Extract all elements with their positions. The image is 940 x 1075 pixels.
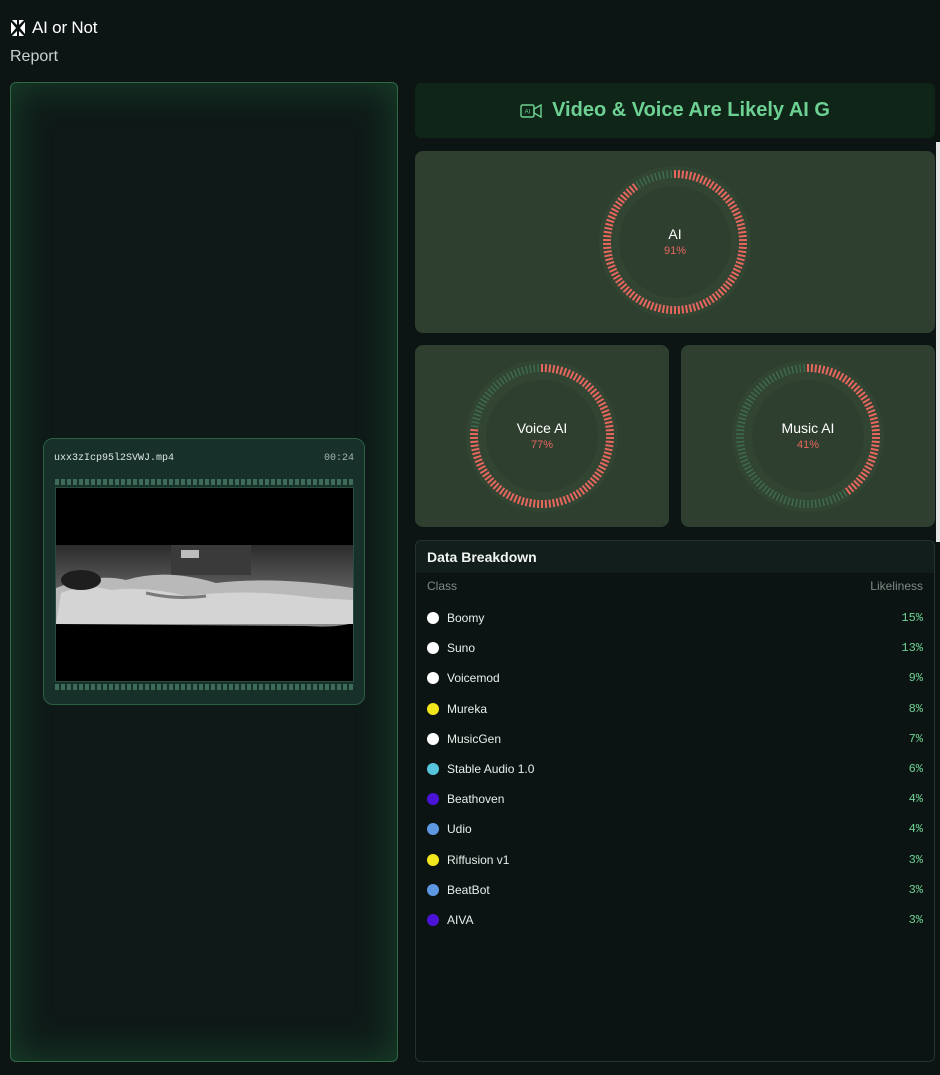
class-color-dot (427, 853, 439, 866)
music-ai-gauge-value: 41% (796, 439, 820, 451)
ai-gauge-tick-filled (661, 304, 666, 314)
class-color-dot (427, 642, 439, 655)
svg-text:AI: AI (525, 109, 531, 115)
column-class: Class (427, 579, 458, 593)
voice-gauge-tick-filled (551, 498, 556, 508)
ai-gauge-tick-filled (684, 304, 689, 314)
verdict-banner: AI Video & Voice Are Likely AI G (415, 83, 935, 138)
voice-ai-gauge-value: 77% (530, 439, 554, 451)
music-gauge-tick-empty (799, 499, 802, 508)
class-likeliness: 9% (908, 671, 923, 686)
ai-gauge (599, 166, 751, 318)
breakdown-row: AIVA 3% (416, 910, 934, 930)
class-likeliness: 3% (908, 913, 923, 927)
ai-gauge-card: AI 91% (415, 151, 935, 333)
ai-gauge-label: AI (668, 226, 682, 242)
logo-icon (11, 20, 25, 36)
breakdown-row: Riffusion v1 3% (416, 850, 934, 870)
breakdown-column-headers: Class Likeliness (416, 573, 934, 597)
music-ai-gauge (732, 360, 884, 512)
voice-gauge-tick-filled (551, 364, 556, 374)
music-gauge-tick-empty (814, 499, 817, 508)
music-ai-gauge-card: Music AI 41% (681, 345, 935, 527)
breakdown-row: MusicGen 7% (416, 729, 934, 749)
class-name: Stable Audio 1.0 (447, 762, 535, 776)
page-title: Report (10, 48, 59, 65)
voice-gauge-tick-filled (548, 364, 552, 373)
ai-gauge-value: 91% (663, 245, 687, 257)
class-name: Voicemod (447, 671, 500, 686)
class-likeliness: 3% (908, 882, 923, 897)
voice-ai-gauge-card: Voice AI 77% (415, 345, 669, 527)
breakdown-row: Mureka 8% (416, 699, 934, 719)
class-likeliness: 4% (908, 822, 923, 837)
class-color-dot (427, 883, 439, 896)
ai-gauge-tick-filled (665, 305, 669, 314)
column-likeliness: Likeliness (870, 579, 923, 593)
class-color-dot (427, 702, 439, 715)
app-name: AI or Not (32, 18, 98, 37)
class-name: Riffusion v1 (447, 852, 510, 867)
video-card[interactable]: uxx3zIcp95l2SVWJ.mp4 00:24 (43, 438, 365, 705)
voice-gauge-tick-filled (532, 499, 536, 508)
voice-gauge-tick-filled (528, 498, 533, 508)
class-likeliness: 4% (908, 792, 923, 807)
voice-gauge-center (486, 380, 598, 492)
ai-gauge-tick-filled (684, 170, 689, 180)
class-color-dot (427, 732, 439, 745)
class-name: Beathoven (447, 792, 505, 807)
music-gauge-center (752, 380, 864, 492)
video-camera-icon: AI (520, 103, 542, 118)
video-frame-image (56, 488, 353, 681)
music-ai-gauge-label: Music AI (781, 420, 835, 436)
class-name: AIVA (447, 913, 474, 927)
breakdown-row: Udio 4% (416, 819, 934, 839)
data-breakdown-table: Data Breakdown Class Likeliness Boomy 15%… (415, 540, 935, 1062)
class-likeliness: 3% (908, 852, 923, 867)
voice-ai-gauge-label: Voice AI (516, 420, 568, 436)
voice-gauge-tick-empty (533, 364, 536, 373)
breakdown-row: Voicemod 9% (416, 668, 934, 688)
class-name: Mureka (447, 701, 488, 716)
verdict-text: Video & Voice Are Likely AI G (552, 99, 830, 121)
class-color-dot (427, 914, 439, 926)
class-color-dot (427, 672, 439, 685)
class-likeliness: 15% (901, 611, 923, 625)
class-likeliness: 6% (908, 762, 923, 776)
class-color-dot (427, 823, 439, 836)
breakdown-row: BeatBot 3% (416, 880, 934, 900)
class-color-dot (427, 612, 439, 624)
ai-gauge-tick-filled (681, 170, 685, 179)
film-strip-bottom (55, 684, 354, 690)
class-color-dot (427, 763, 439, 775)
breakdown-row: Stable Audio 1.0 6% (416, 759, 934, 779)
class-name: MusicGen (447, 731, 502, 746)
breakdown-title: Data Breakdown (416, 541, 934, 573)
class-name: BeatBot (447, 882, 490, 897)
video-thumbnail[interactable] (55, 487, 354, 682)
class-color-dot (427, 793, 439, 806)
breakdown-row: Beathoven 4% (416, 789, 934, 809)
music-gauge-tick-filled (817, 364, 822, 374)
ai-gauge-tick-filled (681, 305, 685, 314)
brand-logo[interactable]: AI or Not (10, 18, 97, 38)
video-duration: 00:24 (323, 453, 354, 464)
class-name: Suno (447, 641, 476, 656)
class-likeliness: 8% (908, 701, 923, 716)
film-strip-top (55, 479, 354, 485)
class-likeliness: 7% (908, 731, 923, 746)
voice-gauge-tick-filled (548, 499, 552, 508)
ai-gauge-center (619, 186, 731, 298)
class-likeliness: 13% (901, 641, 923, 656)
music-gauge-tick-empty (799, 364, 802, 373)
music-gauge-tick-filled (814, 364, 818, 373)
breakdown-row: Suno 13% (416, 638, 934, 658)
scrollbar[interactable] (936, 142, 940, 542)
breakdown-row: Boomy 15% (416, 608, 934, 628)
voice-ai-gauge (466, 360, 618, 512)
class-name: Boomy (447, 611, 485, 625)
ai-gauge-tick-empty (666, 170, 669, 179)
class-name: Udio (447, 822, 472, 837)
video-filename: uxx3zIcp95l2SVWJ.mp4 (54, 453, 175, 464)
